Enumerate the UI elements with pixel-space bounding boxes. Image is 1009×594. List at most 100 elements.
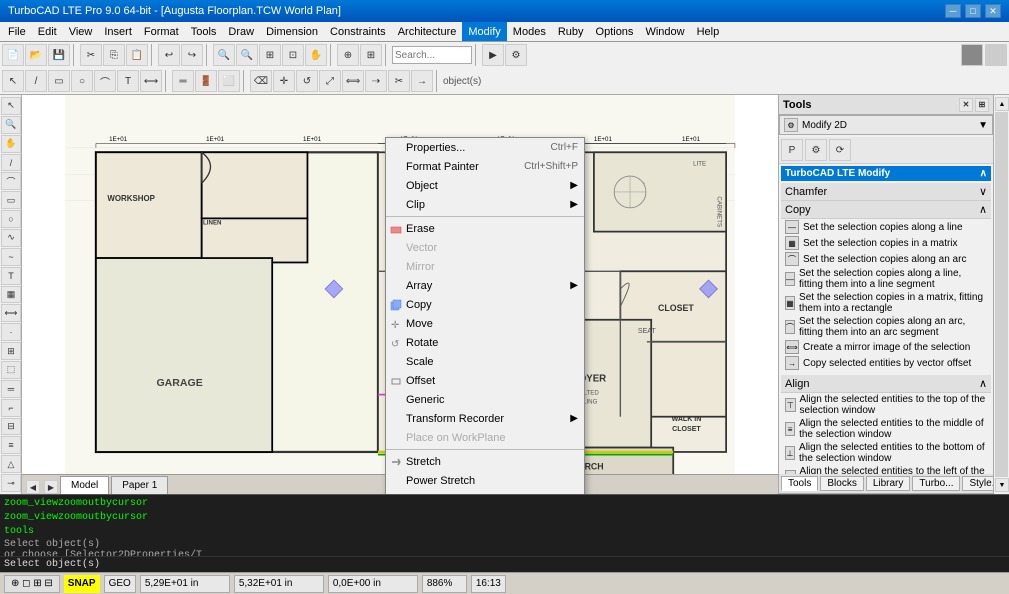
menu-ruby[interactable]: Ruby [552, 22, 590, 41]
menu-item-transform-recorder[interactable]: Transform Recorder ▶ [386, 409, 584, 428]
status-icons[interactable]: ⊕ ◻ ⊞ ⊟ [4, 575, 60, 593]
menu-window[interactable]: Window [639, 22, 690, 41]
minimize-button[interactable]: ─ [945, 4, 961, 18]
lt-select[interactable]: ↖ [1, 97, 21, 115]
menu-edit[interactable]: Edit [32, 22, 63, 41]
menu-item-array[interactable]: Array ▶ [386, 276, 584, 295]
menu-modify[interactable]: Modify [462, 22, 506, 41]
tb-save[interactable]: 💾 [48, 44, 70, 66]
lt-stair[interactable]: ≡ [1, 436, 21, 454]
lt-point[interactable]: · [1, 323, 21, 341]
tb-scale[interactable]: ⤢ [319, 70, 341, 92]
menu-item-copy[interactable]: Copy [386, 295, 584, 314]
tb-copy[interactable]: ⎘ [103, 44, 125, 66]
lt-dim[interactable]: ⟷ [1, 304, 21, 322]
scroll-down-btn[interactable]: ▼ [995, 478, 1009, 492]
tb-circle[interactable]: ○ [71, 70, 93, 92]
tb-search-input[interactable] [392, 46, 472, 64]
panel-tab-blocks[interactable]: Blocks [820, 476, 863, 491]
menu-item-clip[interactable]: Clip ▶ [386, 195, 584, 214]
lt-text[interactable]: T [1, 267, 21, 285]
menu-format[interactable]: Format [138, 22, 185, 41]
copy-item-5[interactable]: ▦ Set the selection copies in a matrix, … [781, 291, 991, 315]
menu-item-mirror[interactable]: Mirror [386, 257, 584, 276]
lt-wall[interactable]: ═ [1, 380, 21, 398]
scroll-thumb[interactable] [995, 112, 1008, 477]
tools-icon-2[interactable]: ⚙ [805, 139, 827, 161]
menu-item-properties[interactable]: Properties... Ctrl+F [386, 138, 584, 157]
lt-rect[interactable]: ▭ [1, 191, 21, 209]
menu-constraints[interactable]: Constraints [324, 22, 392, 41]
menu-file[interactable]: File [2, 22, 32, 41]
tools-icon-1[interactable]: P [781, 139, 803, 161]
tb-grid[interactable]: ⊞ [360, 44, 382, 66]
menu-item-line-length[interactable]: Line Length [386, 490, 584, 494]
tb-extend[interactable]: → [411, 70, 433, 92]
canvas-nav-prev[interactable]: ◀ [26, 480, 40, 494]
align-item-4[interactable]: ⊣ Align the selected entities to the lef… [781, 465, 991, 474]
menu-item-move[interactable]: ✛ Move [386, 314, 584, 333]
menu-item-format-painter[interactable]: Format Painter Ctrl+Shift+P [386, 157, 584, 176]
lt-roof[interactable]: △ [1, 455, 21, 473]
lt-block[interactable]: ⬚ [1, 361, 21, 379]
tb-zoom-in[interactable]: 🔍 [213, 44, 235, 66]
tb-snap[interactable]: ⊕ [337, 44, 359, 66]
menu-architecture[interactable]: Architecture [392, 22, 463, 41]
panel-tab-tools[interactable]: Tools [781, 476, 818, 491]
tb-color1[interactable] [961, 44, 983, 66]
lt-window[interactable]: ⊟ [1, 418, 21, 436]
lt-zoom[interactable]: 🔍 [1, 116, 21, 134]
canvas-nav-next[interactable]: ▶ [44, 480, 58, 494]
tb-rotate[interactable]: ↺ [296, 70, 318, 92]
tb-trim[interactable]: ✂ [388, 70, 410, 92]
align-item-1[interactable]: ⊤ Align the selected entities to the top… [781, 393, 991, 417]
tb-wall[interactable]: ═ [172, 70, 194, 92]
tb-render[interactable]: ▶ [482, 44, 504, 66]
copy-item-1[interactable]: — Set the selection copies along a line [781, 219, 991, 235]
menu-item-rotate[interactable]: ↺ Rotate [386, 333, 584, 352]
tb-select[interactable]: ↖ [2, 70, 24, 92]
tb-zoom-out[interactable]: 🔍 [236, 44, 258, 66]
panel-tab-turbo[interactable]: Turbo... [912, 476, 960, 491]
tools-dropdown[interactable]: ⚙ Modify 2D ▼ [779, 115, 993, 135]
tb-rect[interactable]: ▭ [48, 70, 70, 92]
align-item-3[interactable]: ⊥ Align the selected entities to the bot… [781, 441, 991, 465]
tb-pan[interactable]: ✋ [305, 44, 327, 66]
console-input[interactable] [104, 559, 1005, 570]
lt-arc[interactable]: ∿ [1, 229, 21, 247]
lt-circle[interactable]: ○ [1, 210, 21, 228]
tb-arc[interactable]: ⌒ [94, 70, 116, 92]
menu-item-generic[interactable]: Generic [386, 390, 584, 409]
tb-cut[interactable]: ✂ [80, 44, 102, 66]
copy-item-3[interactable]: ⌒ Set the selection copies along an arc [781, 251, 991, 267]
menu-view[interactable]: View [63, 22, 99, 41]
tb-new[interactable]: 📄 [2, 44, 24, 66]
menu-item-erase[interactable]: Erase [386, 219, 584, 238]
tb-open[interactable]: 📂 [25, 44, 47, 66]
tb-move[interactable]: ✛ [273, 70, 295, 92]
lt-pan[interactable]: ✋ [1, 135, 21, 153]
tb-zoom-all[interactable]: ⊞ [259, 44, 281, 66]
lt-door[interactable]: ⌐ [1, 399, 21, 417]
close-button[interactable]: ✕ [985, 4, 1001, 18]
tb-undo[interactable]: ↩ [158, 44, 180, 66]
tb-color2[interactable] [985, 44, 1007, 66]
tb-erase[interactable]: ⌫ [250, 70, 272, 92]
tb-mirror[interactable]: ⟺ [342, 70, 364, 92]
menu-item-stretch[interactable]: Stretch [386, 452, 584, 471]
menu-options[interactable]: Options [590, 22, 640, 41]
tools-icon-3[interactable]: ⟳ [829, 139, 851, 161]
tb-text[interactable]: T [117, 70, 139, 92]
section-collapse[interactable]: ∧ [980, 168, 987, 179]
menu-item-scale[interactable]: Scale [386, 352, 584, 371]
menu-item-offset[interactable]: Offset [386, 371, 584, 390]
tb-window[interactable]: ⬜ [218, 70, 240, 92]
copy-item-2[interactable]: ▦ Set the selection copies in a matrix [781, 235, 991, 251]
tb-settings[interactable]: ⚙ [505, 44, 527, 66]
copy-item-8[interactable]: → Copy selected entities by vector offse… [781, 355, 991, 371]
tb-line[interactable]: / [25, 70, 47, 92]
chamfer-subsection[interactable]: Chamfer ∨ [781, 183, 991, 201]
lt-line[interactable]: / [1, 154, 21, 172]
align-subsection[interactable]: Align ∧ [781, 375, 991, 393]
copy-item-4[interactable]: — Set the selection copies along a line,… [781, 267, 991, 291]
